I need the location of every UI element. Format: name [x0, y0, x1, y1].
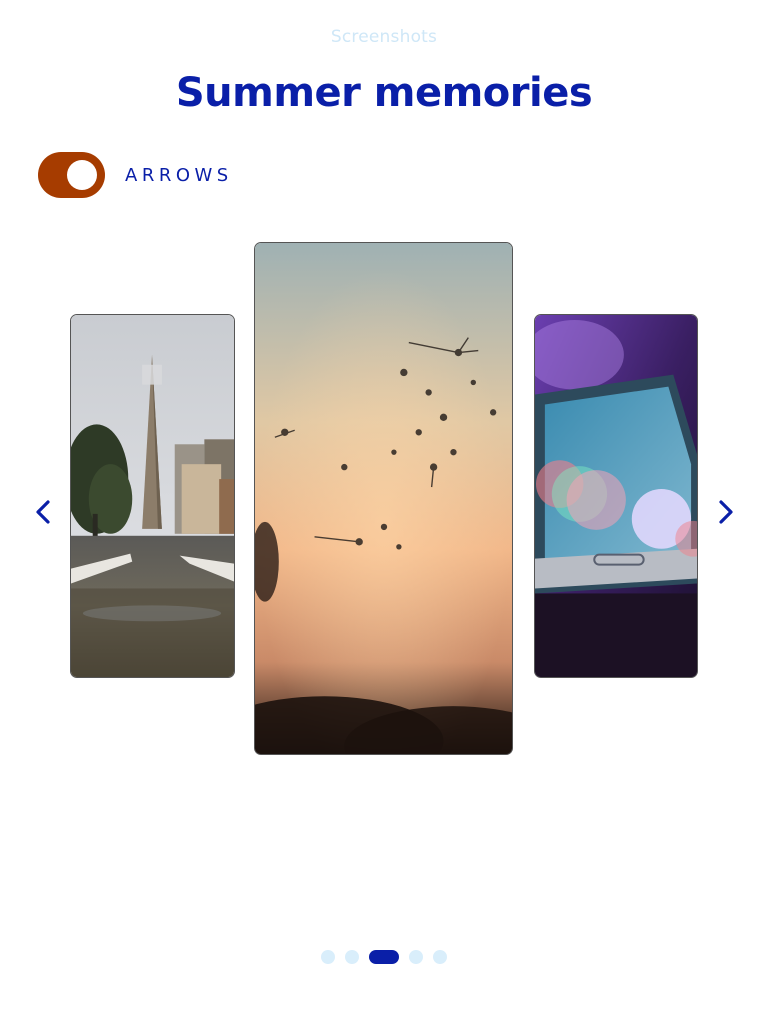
pagination-dot-4[interactable]: [409, 950, 423, 964]
pagination-dot-3-active[interactable]: [369, 950, 399, 964]
chevron-right-icon: [719, 500, 733, 524]
carousel-prev-button[interactable]: [32, 496, 56, 528]
pagination-dot-2[interactable]: [345, 950, 359, 964]
carousel-slide-phone[interactable]: [534, 314, 698, 678]
image-carousel: [0, 240, 768, 760]
pagination-dot-1[interactable]: [321, 950, 335, 964]
carousel-slide-dandelion[interactable]: [254, 242, 513, 755]
arrows-toggle-row: ARROWS: [38, 152, 233, 198]
carousel-next-button[interactable]: [713, 496, 737, 528]
chevron-left-icon: [36, 500, 50, 524]
arrows-toggle[interactable]: [38, 152, 105, 198]
page-title: Summer memories: [175, 70, 593, 116]
toggle-knob: [67, 160, 97, 190]
section-eyebrow: Screenshots: [330, 27, 438, 47]
smartphone-bokeh-photo: [535, 315, 697, 677]
carousel-slide-city[interactable]: [70, 314, 235, 678]
dandelion-sunset-photo: [255, 243, 512, 754]
city-street-photo: [71, 315, 234, 677]
carousel-pagination: [0, 949, 768, 965]
pagination-dot-5[interactable]: [433, 950, 447, 964]
page: Screenshots Summer memories ARROWS: [0, 0, 768, 1024]
arrows-toggle-label: ARROWS: [125, 164, 233, 186]
